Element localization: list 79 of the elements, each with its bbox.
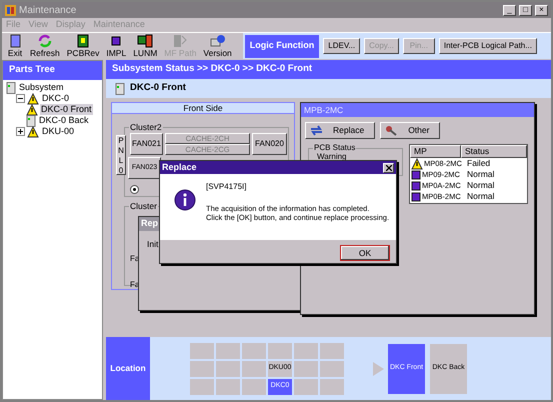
table-cell-text: Normal <box>466 168 496 181</box>
mpb-action-button[interactable]: Other <box>380 122 440 139</box>
expand-toggle[interactable] <box>16 127 25 136</box>
location-cell[interactable] <box>294 342 318 358</box>
warning-icon <box>27 92 39 104</box>
table-cell-text: Normal <box>466 190 496 203</box>
column-header[interactable]: Status <box>461 145 527 158</box>
toolbar-button[interactable]: Refresh <box>27 33 63 58</box>
refresh-icon <box>36 33 53 49</box>
dialog-title: Rep <box>141 217 158 230</box>
device-icon <box>6 82 16 94</box>
location-cell[interactable] <box>216 342 240 358</box>
parts-tree-header: Parts Tree <box>3 61 102 80</box>
warning-icon <box>411 158 423 170</box>
panel-slot: PNL0 <box>116 135 126 175</box>
logic-button[interactable]: Inter-PCB Logical Path... <box>438 38 537 54</box>
circuit-board-icon <box>75 33 92 49</box>
collapse-toggle[interactable] <box>16 94 25 103</box>
server-icon <box>137 33 154 49</box>
tree-item[interactable]: DKU-00 <box>41 126 76 137</box>
warning-icon <box>26 104 38 116</box>
page-title: DKC-0 Front <box>130 81 186 96</box>
location-label: Location <box>106 337 150 400</box>
message-code: [SVP4175I] <box>206 182 248 192</box>
tree-item[interactable]: DKC-0 Front <box>40 104 93 115</box>
location-cell[interactable] <box>268 342 292 358</box>
logic-function-label: Logic Function <box>244 34 320 58</box>
info-icon <box>174 189 196 211</box>
close-button[interactable] <box>383 162 394 172</box>
radio-button[interactable] <box>130 185 139 194</box>
toolbar-button[interactable]: PCBRev <box>64 33 102 58</box>
location-cell[interactable] <box>294 378 318 394</box>
pcb-status-value: Warning <box>317 152 346 161</box>
window-control[interactable]: _ <box>503 4 516 16</box>
swap-arrows-icon <box>310 125 323 136</box>
location-cell[interactable] <box>242 342 266 358</box>
table-cell-text: Normal <box>466 179 496 192</box>
front-side-title: Front Side <box>112 103 294 114</box>
tree-item[interactable]: Subsystem <box>18 82 65 93</box>
location-cell[interactable] <box>216 360 240 376</box>
dialog-title: Replace <box>162 160 197 174</box>
toolbar-button[interactable]: Exit <box>4 33 26 58</box>
window-title: Maintenance <box>19 4 78 18</box>
location-cell[interactable] <box>190 378 214 394</box>
ok-button[interactable]: OK <box>340 245 390 261</box>
device-icon <box>115 82 125 94</box>
fan-slot: FAN020 <box>252 133 287 155</box>
location-cell[interactable] <box>294 360 318 376</box>
wrench-icon <box>385 125 398 136</box>
location-cell[interactable] <box>242 378 266 394</box>
location-cell[interactable] <box>190 342 214 358</box>
location-cell[interactable] <box>216 378 240 394</box>
location-cell[interactable] <box>242 360 266 376</box>
breadcrumb: Subsystem Status >> DKC-0 >> DKC-0 Front <box>106 60 551 79</box>
tree-item[interactable]: DKC-0 Back <box>38 115 90 126</box>
dialog-text: Init <box>147 238 158 251</box>
app-icon <box>5 4 16 16</box>
group-label: PCB Status <box>313 143 356 152</box>
logic-button[interactable]: LDEV... <box>323 38 360 54</box>
path-icon <box>172 33 188 49</box>
location-cell[interactable] <box>190 360 214 376</box>
warning-icon <box>27 126 39 138</box>
fan-slot: FAN021 <box>130 133 163 155</box>
triangle-icon <box>373 362 384 376</box>
window-control[interactable]: □ <box>519 4 532 16</box>
toolbar-button[interactable]: Version <box>200 33 235 58</box>
column-header[interactable]: MP <box>410 145 461 158</box>
device-icon <box>26 114 36 126</box>
location-cell[interactable] <box>320 342 344 358</box>
table-cell-text: Failed <box>466 157 492 170</box>
location-cell[interactable] <box>320 360 344 376</box>
window-control[interactable]: × <box>535 4 548 16</box>
toolbar-button[interactable]: IMPL <box>103 33 130 58</box>
toolbar-button[interactable]: LUNM <box>130 33 160 58</box>
info-icon <box>210 33 226 49</box>
location-cell[interactable] <box>320 378 344 394</box>
mpb-window-title: MPB-2MC <box>301 103 534 117</box>
tree-item[interactable]: DKC-0 <box>41 93 70 104</box>
mpb-action-button[interactable]: Replace <box>305 122 376 139</box>
